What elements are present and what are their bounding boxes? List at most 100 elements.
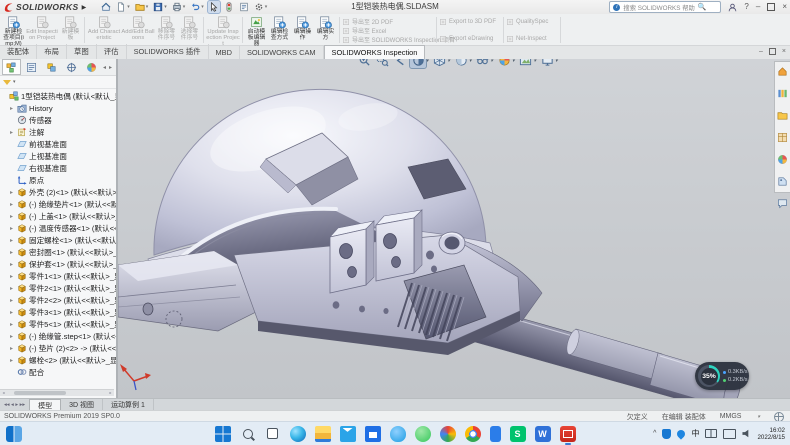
task-view-taskbar-icon[interactable]: [265, 426, 281, 442]
restore-button[interactable]: [767, 3, 775, 11]
dropdown-caret-icon[interactable]: ▾: [491, 59, 494, 64]
app-green-taskbar-icon[interactable]: [415, 426, 431, 442]
tree-item[interactable]: ▸(-) 绝缘管.step<1> (默认<<默认>: [0, 330, 116, 342]
tab-displaymanager[interactable]: [82, 59, 101, 75]
expand-arrow-icon[interactable]: ▸: [10, 201, 17, 208]
expand-arrow-icon[interactable]: ▸: [10, 237, 17, 244]
tree-item[interactable]: ▸外壳 (2)<1> (默认<<默认>_显示状: [0, 186, 116, 198]
expand-arrow-icon[interactable]: ▸: [10, 357, 17, 364]
ime-indicator[interactable]: 中: [691, 428, 699, 439]
view-orientation-button[interactable]: [432, 59, 448, 68]
3d-model-canvas[interactable]: [118, 59, 790, 398]
tree-item[interactable]: 右视基准面: [0, 162, 116, 174]
panel-tabs-prev-icon[interactable]: ◂: [102, 64, 107, 71]
tree-item[interactable]: ▸(-) 上盖<1> (默认<<默认>_显示状: [0, 210, 116, 222]
tree-item[interactable]: 1型铠装热电偶 (默认<默认_显示状态-1>: [0, 90, 116, 102]
dropdown-caret-icon[interactable]: ▾: [164, 4, 167, 10]
new-button[interactable]: ▾: [115, 1, 131, 13]
doc-restore-icon[interactable]: [769, 48, 776, 55]
tree-item[interactable]: 原点: [0, 174, 116, 186]
ribbon-tab[interactable]: SOLIDWORKS CAM: [240, 46, 324, 59]
volume-icon[interactable]: [742, 429, 751, 438]
widgets-icon[interactable]: [6, 426, 22, 442]
expand-arrow-icon[interactable]: ▸: [10, 261, 17, 268]
store-taskbar-icon[interactable]: [365, 426, 381, 442]
tree-item[interactable]: ▸零件5<1> (默认<<默认>_显示状态: [0, 318, 116, 330]
scrollbar-thumb[interactable]: [14, 391, 66, 395]
tree-item[interactable]: ▸(-) 温度传感器<1> (默认<<默认>_: [0, 222, 116, 234]
search-icon[interactable]: 🔍: [698, 3, 707, 11]
taskpane-tab-solidworks-resources[interactable]: [777, 64, 788, 82]
ribbon-tab[interactable]: 草图: [67, 44, 97, 59]
expand-arrow-icon[interactable]: ▸: [10, 333, 17, 340]
tree-horizontal-scrollbar[interactable]: ◂ ▸: [0, 389, 114, 396]
dropdown-caret-icon[interactable]: ▾: [469, 59, 472, 64]
location-pin-icon[interactable]: [676, 428, 687, 439]
expand-arrow-icon[interactable]: ▸: [10, 105, 17, 112]
dropdown-caret-icon[interactable]: ▾: [265, 4, 268, 10]
scroll-left-icon[interactable]: ◂: [0, 390, 7, 396]
tree-item[interactable]: 前视基准面: [0, 138, 116, 150]
dropdown-caret-icon[interactable]: ▾: [426, 59, 429, 64]
chrome-taskbar-icon[interactable]: [465, 426, 481, 442]
file-explorer-taskbar-icon[interactable]: [315, 426, 331, 442]
graphics-viewport[interactable]: ▾▾▾▾▾▾▾ 35% 0.3KB/s 0.2KB/s: [118, 59, 790, 398]
tray-overflow-icon[interactable]: ^: [653, 430, 656, 437]
expand-arrow-icon[interactable]: ▸: [10, 285, 17, 292]
dropdown-caret-icon[interactable]: ▾: [448, 59, 451, 64]
tab-propertymanager[interactable]: [22, 59, 41, 75]
export-button[interactable]: 导出至 Excel: [342, 26, 434, 35]
tab-featuremanager-tree[interactable]: [2, 59, 21, 75]
search-taskbar-icon[interactable]: [240, 426, 256, 442]
display-style-button[interactable]: [453, 59, 469, 68]
tree-item[interactable]: ▸History: [0, 102, 116, 114]
close-button[interactable]: ×: [782, 1, 787, 13]
minimize-button[interactable]: –: [756, 1, 760, 13]
expand-arrow-icon[interactable]: ▸: [10, 129, 17, 136]
hide-show-items-button[interactable]: [475, 59, 491, 68]
ribbon-tab[interactable]: 评估: [97, 44, 127, 59]
doc-minimize-icon[interactable]: –: [759, 48, 763, 55]
tree-item[interactable]: ▸零件2<1> (默认<<默认>_显示状态: [0, 282, 116, 294]
start-taskbar-icon[interactable]: [215, 426, 231, 442]
home-button[interactable]: [100, 1, 112, 13]
zoom-area-button[interactable]: [374, 59, 390, 68]
app-phone-taskbar-icon[interactable]: [490, 426, 501, 442]
taskpane-tab-custom-properties[interactable]: [777, 174, 788, 192]
tree-item[interactable]: 上视基准面: [0, 150, 116, 162]
select-button[interactable]: [208, 1, 220, 13]
tree-item[interactable]: ▸保护套<1> (默认<<默认>_显示状: [0, 258, 116, 270]
edge-taskbar-icon[interactable]: [290, 426, 306, 442]
tree-filter-bar[interactable]: ▾: [0, 76, 116, 89]
file-properties-button[interactable]: [238, 1, 250, 13]
status-globe-icon[interactable]: [774, 412, 784, 422]
tab-configurationmanager[interactable]: [42, 59, 61, 75]
expand-arrow-icon[interactable]: ▸: [10, 225, 17, 232]
expand-arrow-icon[interactable]: ▸: [10, 189, 17, 196]
expand-arrow-icon[interactable]: ▸: [10, 345, 17, 352]
tree-item[interactable]: ▸零件3<1> (默认<<默认>_显示状态: [0, 306, 116, 318]
expand-arrow-icon[interactable]: ▸: [10, 297, 17, 304]
tree-item[interactable]: ▸固定螺栓<1> (默认<<默认>_显示: [0, 234, 116, 246]
ribbon-tab[interactable]: SOLIDWORKS Inspection: [324, 45, 426, 59]
ribbon-button[interactable]: 编辑检查方式: [268, 15, 291, 45]
section-view-button[interactable]: [410, 59, 426, 68]
tree-item[interactable]: 配合: [0, 366, 116, 378]
tree-item[interactable]: ▸注解: [0, 126, 116, 138]
zoom-fit-button[interactable]: [356, 59, 372, 68]
ribbon-tab[interactable]: MBD: [209, 46, 240, 59]
speed-monitor-widget[interactable]: 35% 0.3KB/s 0.2KB/s: [695, 362, 749, 390]
rebuild-button[interactable]: [223, 1, 235, 13]
export-button[interactable]: Export to 3D PDF: [439, 17, 501, 26]
touch-keyboard-icon[interactable]: [705, 429, 717, 438]
dropdown-caret-icon[interactable]: ▾: [146, 4, 149, 10]
tree-item[interactable]: ▸密封圈<1> (默认<<默认>_显示状: [0, 246, 116, 258]
menu-flyout-arrow[interactable]: ▶: [82, 4, 87, 11]
ribbon-tab[interactable]: 装配体: [0, 44, 37, 59]
dropdown-caret-icon[interactable]: ▾: [512, 59, 515, 64]
taskbar-clock[interactable]: 16:02 2022/8/15: [757, 427, 785, 441]
open-button[interactable]: ▾: [134, 1, 150, 13]
expand-arrow-icon[interactable]: ▸: [10, 249, 17, 256]
ribbon-tab[interactable]: 布局: [37, 44, 67, 59]
save-button[interactable]: ▾: [152, 1, 168, 13]
